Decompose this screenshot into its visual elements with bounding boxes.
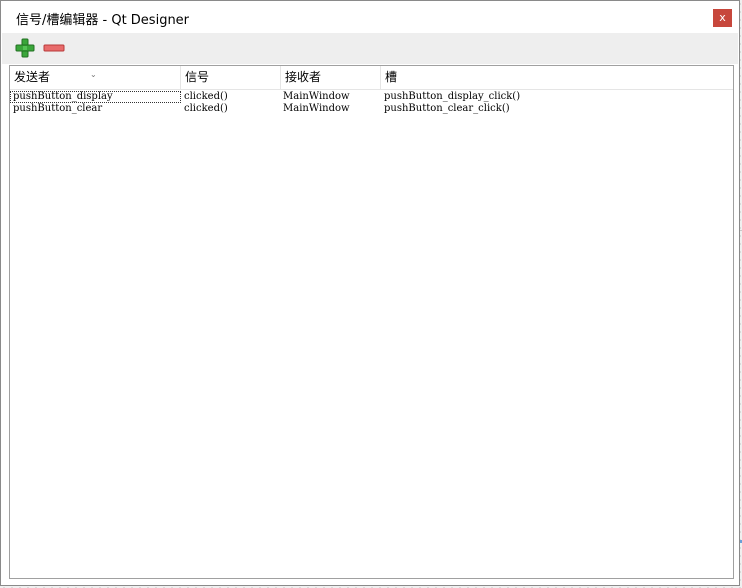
connections-table[interactable]: 发送者 ⌄ 信号 接收者 槽 pushButton_display clicke… xyxy=(9,65,734,579)
header-slot-label: 槽 xyxy=(385,70,398,84)
header-slot[interactable]: 槽 xyxy=(381,66,733,89)
remove-connection-button[interactable] xyxy=(42,37,66,59)
cell-receiver[interactable]: MainWindow xyxy=(280,91,380,103)
add-connection-icon xyxy=(14,37,38,59)
cell-slot[interactable]: pushButton_display_click() xyxy=(381,91,721,103)
header-receiver-label: 接收者 xyxy=(285,70,322,84)
cell-signal[interactable]: clicked() xyxy=(181,103,281,115)
cell-sender[interactable]: pushButton_clear xyxy=(10,103,181,115)
title-bar[interactable]: 信号/槽编辑器 - Qt Designer x xyxy=(1,1,739,33)
header-sender[interactable]: 发送者 ⌄ xyxy=(10,66,181,89)
header-signal[interactable]: 信号 xyxy=(181,66,281,89)
header-signal-label: 信号 xyxy=(185,70,210,84)
table-row[interactable]: pushButton_display clicked() MainWindow … xyxy=(10,91,733,103)
signal-slot-editor-dialog: 信号/槽编辑器 - Qt Designer x 发送者 ⌄ 信号 接收者 槽 p… xyxy=(0,0,740,586)
window-title: 信号/槽编辑器 - Qt Designer xyxy=(16,13,190,28)
remove-connection-icon xyxy=(42,37,66,59)
cell-slot[interactable]: pushButton_clear_click() xyxy=(381,103,721,115)
cell-sender[interactable]: pushButton_display xyxy=(10,91,181,103)
add-connection-button[interactable] xyxy=(14,37,38,59)
header-receiver[interactable]: 接收者 xyxy=(281,66,381,89)
toolbar xyxy=(2,33,738,64)
cell-signal[interactable]: clicked() xyxy=(181,91,281,103)
table-row[interactable]: pushButton_clear clicked() MainWindow pu… xyxy=(10,103,733,115)
cell-receiver[interactable]: MainWindow xyxy=(280,103,380,115)
header-sender-label: 发送者 xyxy=(14,70,51,84)
sort-indicator-icon: ⌄ xyxy=(90,70,97,79)
table-header: 发送者 ⌄ 信号 接收者 槽 xyxy=(10,66,733,90)
close-button[interactable]: x xyxy=(713,9,732,27)
